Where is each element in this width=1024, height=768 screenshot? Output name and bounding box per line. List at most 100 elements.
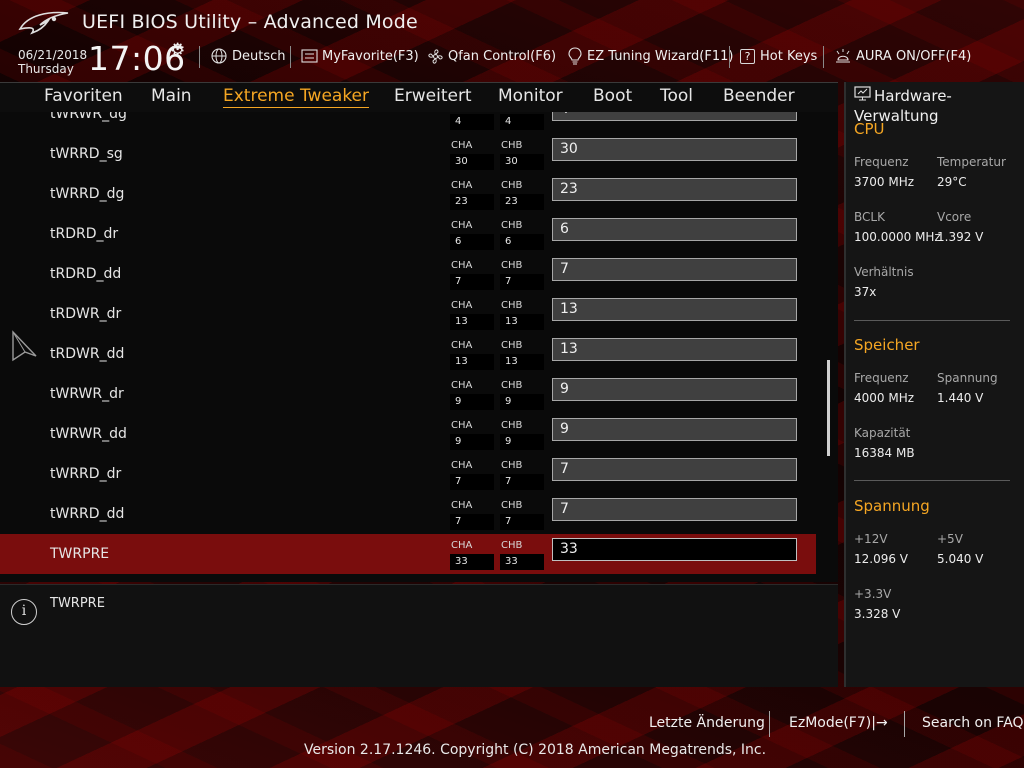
channel-chb-readout: CHB 7 [500,500,544,536]
setting-value-input[interactable]: 9 [552,378,797,401]
setting-value-input[interactable]: 4 [552,112,797,121]
ezmode-button[interactable]: EzMode(F7)|→ [789,715,888,731]
tab-boot[interactable]: Boot [593,86,632,106]
version-text: Version 2.17.1246. Copyright (C) 2018 Am… [304,742,767,758]
tab-extreme-tweaker[interactable]: Extreme Tweaker [223,86,370,108]
channel-name: CHB [501,340,523,351]
channel-cha-readout: CHA 30 [450,140,494,176]
channel-name: CHA [451,260,473,271]
weekday-text: Thursday [18,62,74,76]
mem-volt-label: Spannung [937,371,998,385]
setting-value-input[interactable]: 30 [552,138,797,161]
cpu-temp-value: 29°C [937,175,967,189]
setting-row[interactable]: tWRWR_dd CHA 9 CHB 9 9 [0,414,816,454]
footer-divider [769,711,770,737]
v12-label: +12V [854,532,888,546]
tab-erweitert[interactable]: Erweitert [394,86,472,106]
list-scrollbar[interactable] [827,360,830,456]
v33-label: +3.3V [854,587,892,601]
setting-row[interactable]: tRDRD_dd CHA 7 CHB 7 7 [0,254,816,294]
mem-capacity-value: 16384 MB [854,446,915,460]
tab-tool[interactable]: Tool [660,86,693,106]
channel-value: 9 [450,394,494,410]
channel-cha-readout: CHA 33 [450,540,494,576]
setting-row[interactable]: tWRRD_dg CHA 23 CHB 23 23 [0,174,816,214]
setting-row[interactable]: tWRRD_dd CHA 7 CHB 7 7 [0,494,816,534]
ratio-label: Verhältnis [854,265,914,279]
channel-name: CHB [501,140,523,151]
monitor-icon [854,86,871,101]
channel-value: 30 [500,154,544,170]
channel-cha-readout: CHA 13 [450,340,494,376]
channel-name: CHB [501,540,523,551]
setting-row[interactable]: tRDWR_dd CHA 13 CHB 13 13 [0,334,816,374]
v5-value: 5.040 V [937,552,984,566]
setting-value-input[interactable]: 23 [552,178,797,201]
cpu-freq-label: Frequenz [854,155,909,169]
setting-label: TWRPRE [50,546,110,562]
language-button[interactable]: Deutsch [211,46,286,66]
aura-light-icon [836,49,850,63]
search-faq-button[interactable]: Search on FAQ [922,715,1024,731]
setting-label: tRDRD_dd [50,266,122,282]
channel-value: 13 [450,354,494,370]
header-divider [729,46,730,68]
channel-cha-readout: CHA 9 [450,380,494,416]
channel-name: CHA [451,140,473,151]
setting-row[interactable]: tWRRD_sg CHA 30 CHB 30 30 [0,134,816,174]
setting-value-input[interactable]: 33 [552,538,797,561]
myfavorite-button[interactable]: MyFavorite(F3) [301,46,419,66]
section-divider [854,480,1010,481]
mem-freq-label: Frequenz [854,371,909,385]
tab-monitor[interactable]: Monitor [498,86,563,106]
setting-row[interactable]: tRDRD_dr CHA 6 CHB 6 6 [0,214,816,254]
setting-row[interactable]: tWRRD_dr CHA 7 CHB 7 7 [0,454,816,494]
setting-value-input[interactable]: 6 [552,218,797,241]
hot-keys-button[interactable]: ? Hot Keys [740,46,817,66]
setting-row[interactable]: tRDWR_dr CHA 13 CHB 13 13 [0,294,816,334]
last-change-button[interactable]: Letzte Änderung [649,715,765,731]
mem-capacity-label: Kapazität [854,426,911,440]
setting-value-input[interactable]: 7 [552,258,797,281]
rog-logo-icon [18,11,69,35]
settings-list: tWRWR_dgCHA4CHB44tWRRD_sgCHA30CHB3030tWR… [0,112,838,582]
setting-value-input[interactable]: 13 [552,338,797,361]
tab-favoriten[interactable]: Favoriten [44,86,123,106]
vcore-label: Vcore [937,210,972,224]
setting-row[interactable]: TWRPRE CHA 33 CHB 33 33 [0,534,816,574]
help-panel: i TWRPRE [0,584,838,687]
channel-name: CHA [451,180,473,191]
mem-volt-value: 1.440 V [937,391,984,405]
aura-toggle-button[interactable]: AURA ON/OFF(F4) [834,46,971,66]
channel-name: CHA [451,300,473,311]
channel-value: 13 [500,314,544,330]
channel-name: CHB [501,220,523,231]
setting-value-input[interactable]: 7 [552,458,797,481]
mem-freq-value: 4000 MHz [854,391,915,405]
channel-value: 23 [500,194,544,210]
qfan-control-button[interactable]: Qfan Control(F6) [427,46,556,66]
channel-cha-readout: CHA 9 [450,420,494,456]
ez-tuning-wizard-button[interactable]: EZ Tuning Wizard(F11) [568,46,733,66]
tab-main[interactable]: Main [151,86,192,106]
channel-name: CHA [451,460,473,471]
setting-row[interactable]: tWRWR_dgCHA4CHB44 [0,112,816,134]
channel-chb-readout: CHB4 [500,112,544,136]
channel-name: CHA [451,540,473,551]
setting-value-input[interactable]: 7 [552,498,797,521]
channel-name: CHB [501,180,523,191]
channel-name: CHB [501,300,523,311]
channel-name: CHA [451,500,473,511]
header-divider [823,46,824,68]
setting-value-input[interactable]: 13 [552,298,797,321]
gear-icon[interactable]: ⚙ [170,40,185,60]
tab-beender[interactable]: Beender [723,86,795,106]
channel-value: 7 [450,474,494,490]
channel-chb-readout: CHB 6 [500,220,544,256]
bclk-label: BCLK [854,210,885,224]
myfavorite-label: MyFavorite(F3) [322,48,419,64]
channel-name: CHB [501,460,523,471]
channel-chb-readout: CHB 13 [500,300,544,336]
setting-value-input[interactable]: 9 [552,418,797,441]
setting-row[interactable]: tWRWR_dr CHA 9 CHB 9 9 [0,374,816,414]
